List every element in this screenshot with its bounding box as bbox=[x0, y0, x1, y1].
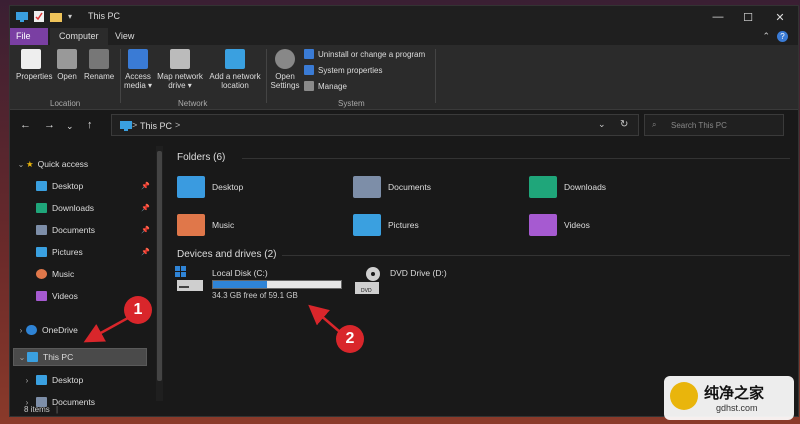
annotation-badge-2: 2 bbox=[336, 325, 364, 353]
annotation-arrows bbox=[83, 304, 341, 343]
watermark-url: gdhst.com bbox=[716, 403, 758, 413]
annotation-arrow-1 bbox=[83, 316, 129, 343]
watermark-logo-icon bbox=[670, 382, 698, 410]
annotation-arrow-2 bbox=[308, 304, 341, 333]
watermark-title: 纯净之家 bbox=[704, 385, 765, 402]
watermark: 纯净之家 gdhst.com bbox=[664, 376, 794, 420]
annotation-badge-1: 1 bbox=[124, 296, 152, 324]
